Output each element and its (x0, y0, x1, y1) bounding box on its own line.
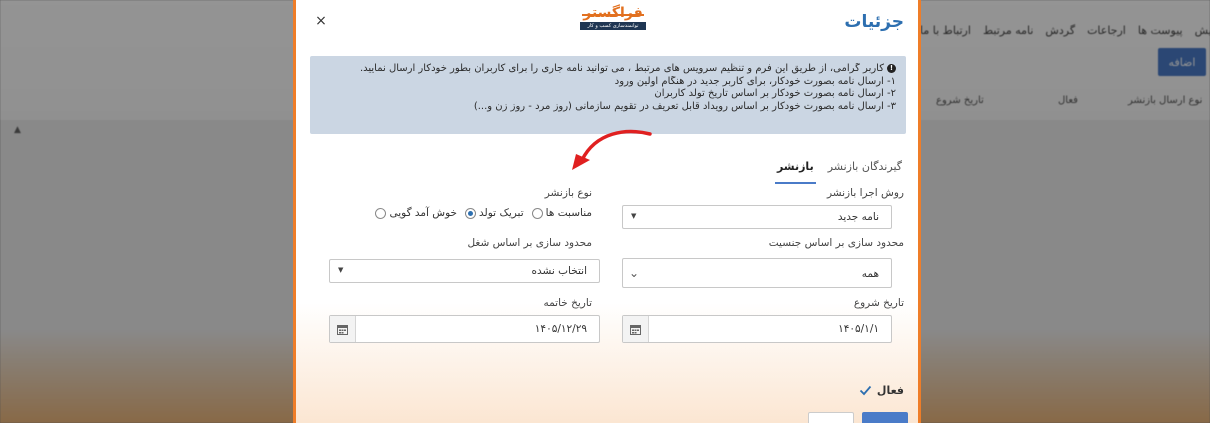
tab-republish[interactable]: بازنشر (774, 158, 816, 184)
dropdown-arrow-icon: ▼ (338, 266, 344, 274)
cancel-button[interactable] (808, 412, 854, 423)
start-date-value: ۱۴۰۵/۱/۱ (838, 323, 879, 335)
republish-type-radio-group: خوش آمد گویی تبریک تولد مناسبت ها (375, 207, 592, 219)
info-box: !کاربر گرامی، از طریق این فرم و تنظیم سر… (310, 56, 906, 134)
start-date-label: تاریخ شروع (853, 297, 904, 309)
radio-label: خوش آمد گویی (389, 207, 458, 219)
close-button[interactable]: × (314, 14, 328, 28)
info-line: ۳- ارسال نامه بصورت خودکار بر اساس رویدا… (473, 100, 896, 112)
execution-method-label: روش اجرا بازنشر (826, 187, 904, 199)
brand-logo: فراگستر توانمندسازی کسب و کار (578, 5, 648, 35)
gender-limit-label: محدود سازی بر اساس جنسیت (768, 237, 904, 249)
job-limit-label: محدود سازی بر اساس شغل (467, 237, 592, 249)
radio-button[interactable] (375, 207, 387, 219)
gender-limit-select[interactable]: همه ⌄ (622, 258, 892, 288)
radio-welcome[interactable]: خوش آمد گویی (375, 207, 457, 219)
save-button[interactable] (862, 412, 908, 423)
logo-tagline: توانمندسازی کسب و کار (580, 22, 646, 30)
execution-method-value: نامه جدید (837, 211, 879, 223)
radio-label: مناسبت ها (545, 207, 592, 219)
details-modal: × فراگستر توانمندسازی کسب و کار جزئیات !… (293, 0, 921, 423)
info-line: !کاربر گرامی، از طریق این فرم و تنظیم سر… (318, 63, 896, 76)
active-checkbox[interactable] (859, 384, 872, 397)
tab-bar: بازنشر گیرندگان بازنشر (774, 158, 904, 184)
republish-type-label: نوع بازنشر (544, 187, 592, 199)
info-icon: ! (887, 63, 896, 73)
job-limit-value: انتخاب نشده (531, 265, 587, 277)
radio-label: تبریک تولد (479, 207, 524, 219)
info-line-text: کاربر گرامی، از طریق این فرم و تنظیم سرو… (359, 63, 884, 74)
calendar-icon[interactable] (330, 316, 356, 342)
annotation-arrow-icon (572, 129, 652, 170)
info-line: ۱- ارسال نامه بصورت خودکار، برای کاربر ج… (614, 75, 896, 87)
logo-name: فراگستر (583, 5, 643, 21)
dropdown-arrow-icon: ▼ (631, 212, 637, 220)
execution-method-select[interactable]: نامه جدید ▼ (622, 205, 892, 229)
modal-header: × فراگستر توانمندسازی کسب و کار جزئیات (296, 0, 918, 46)
chevron-down-icon: ⌄ (629, 266, 640, 280)
radio-occasions[interactable]: مناسبت ها (531, 207, 592, 219)
radio-birthday[interactable]: تبریک تولد (465, 207, 524, 219)
gender-limit-value: همه (861, 268, 879, 280)
start-date-input[interactable]: ۱۴۰۵/۱/۱ (622, 315, 892, 343)
job-limit-select[interactable]: انتخاب نشده ▼ (329, 259, 600, 283)
active-checkbox-row: فعال (859, 384, 904, 397)
info-line: ۲- ارسال نامه بصورت خودکار بر اساس تاریخ… (654, 88, 896, 99)
end-date-input[interactable]: ۱۴۰۵/۱۲/۲۹ (329, 315, 600, 343)
radio-button[interactable] (465, 207, 477, 219)
active-label: فعال (876, 384, 904, 397)
checkmark-icon (859, 385, 872, 396)
logo-underline (582, 14, 644, 16)
tab-republish-recipients[interactable]: گیرندگان بازنشر (826, 158, 904, 184)
radio-button[interactable] (531, 207, 543, 219)
calendar-icon[interactable] (623, 316, 649, 342)
modal-title: جزئیات (844, 12, 904, 32)
end-date-value: ۱۴۰۵/۱۲/۲۹ (534, 323, 587, 335)
end-date-label: تاریخ خاتمه (543, 297, 592, 309)
